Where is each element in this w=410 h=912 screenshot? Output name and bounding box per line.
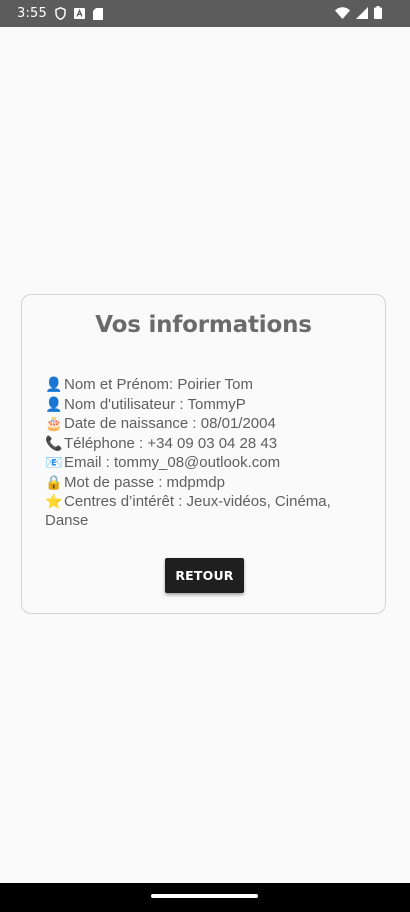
person-icon: 👤 — [45, 395, 63, 412]
shield-icon — [55, 7, 66, 20]
star-icon: ⭐ — [45, 493, 63, 509]
status-time: 3:55 — [17, 6, 47, 21]
info-text-email: Email : tommy_08@outlook.com — [64, 454, 281, 471]
info-text-name: Nom et Prénom: Poirier Tom — [64, 376, 253, 393]
status-right — [335, 6, 382, 19]
info-text-interests-continuation: Danse — [45, 511, 89, 529]
info-row-password: 🔒 Mot de passe : mdpmdp — [45, 473, 365, 493]
info-list: 👤 Nom et Prénom: Poirier Tom 👤 Nom d'utili… — [45, 375, 365, 530]
sd-card-icon — [93, 7, 103, 20]
back-button[interactable]: RETOUR — [165, 558, 244, 593]
lock-icon: 🔒 — [45, 473, 63, 490]
person-icon: 👤 — [45, 376, 63, 392]
info-text-phone: Téléphone : +34 09 03 04 28 43 — [64, 434, 278, 452]
info-row-email: 📧 Email : tommy_08@outlook.com — [45, 453, 365, 473]
navigation-bar — [0, 883, 410, 912]
home-gesture-handle[interactable] — [151, 894, 258, 898]
wifi-icon — [335, 6, 350, 19]
a-icon — [74, 8, 85, 19]
info-row-username: 👤 Nom d'utilisateur : TommyP — [45, 395, 365, 415]
email-icon: 📧 — [45, 454, 63, 470]
info-row-name: 👤 Nom et Prénom: Poirier Tom — [45, 375, 365, 395]
cake-icon: 🎂 — [45, 415, 63, 431]
phone-icon: 📞 — [45, 434, 63, 451]
info-row-birthdate: 🎂 Date de naissance : 08/01/2004 — [45, 414, 365, 434]
card-title: Vos informations — [95, 312, 312, 338]
signal-icon — [356, 6, 368, 19]
status-left: 3:55 — [17, 6, 103, 21]
info-text-interests: Centres d’intérêt : Jeux-vidéos, Cinéma, — [64, 493, 331, 510]
battery-icon — [374, 6, 382, 19]
info-text-birthdate: Date de naissance : 08/01/2004 — [64, 415, 276, 432]
info-row-phone: 📞 Téléphone : +34 09 03 04 28 43 — [45, 434, 365, 454]
info-row-interests: ⭐ Centres d’intérêt : Jeux-vidéos, Cinéma… — [45, 492, 365, 512]
info-text-password: Mot de passe : mdpmdp — [64, 473, 225, 491]
info-card: Vos informations 👤 Nom et Prénom: Poirier… — [21, 294, 386, 614]
info-text-username: Nom d'utilisateur : TommyP — [64, 395, 246, 413]
status-bar: 3:55 — [0, 0, 410, 27]
